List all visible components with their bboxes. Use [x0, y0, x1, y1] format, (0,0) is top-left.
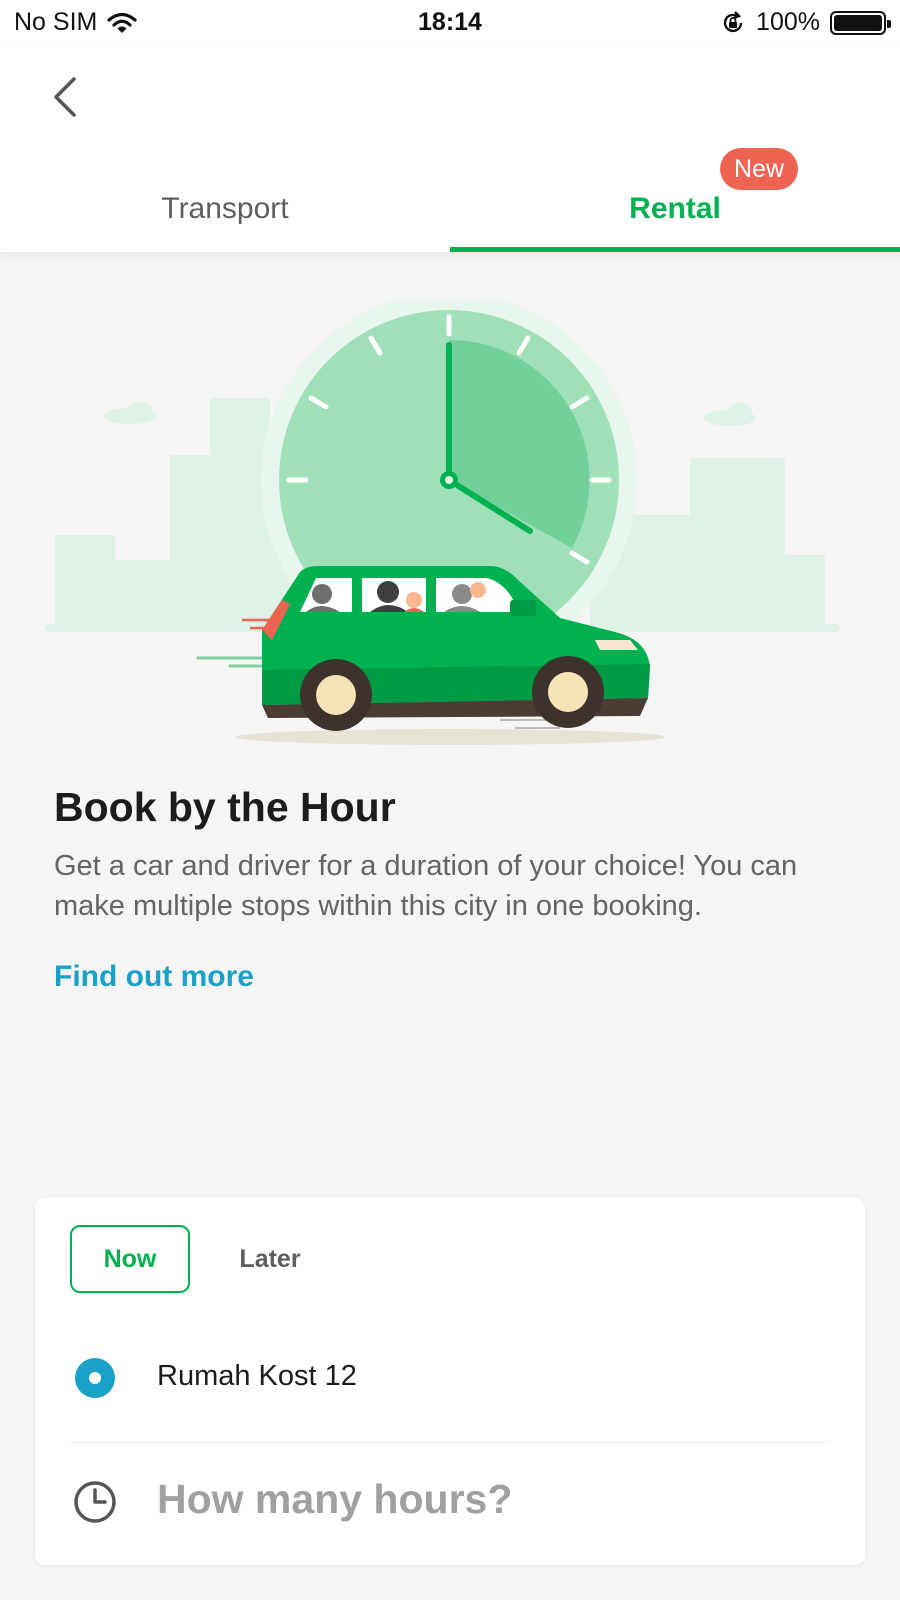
tab-rental[interactable]: Rental: [450, 166, 900, 252]
hours-input[interactable]: How many hours?: [35, 1443, 865, 1565]
clock-icon: [74, 1481, 116, 1523]
back-button[interactable]: [40, 72, 90, 122]
hours-placeholder: How many hours?: [157, 1476, 513, 1522]
header: Transport Rental New: [0, 46, 900, 252]
back-arrow-icon: [54, 77, 76, 117]
active-tab-indicator: [450, 247, 900, 252]
tab-transport[interactable]: Transport: [0, 166, 450, 252]
booking-card: Now Later Rumah Kost 12 How many hours?: [35, 1198, 865, 1565]
pickup-location-row[interactable]: Rumah Kost 12: [35, 1328, 865, 1428]
rental-car-illustration: [45, 300, 840, 745]
rotation-lock-icon: [723, 10, 743, 32]
now-button[interactable]: Now: [70, 1225, 190, 1293]
find-out-more-link[interactable]: Find out more: [54, 960, 254, 994]
pickup-location-text: Rumah Kost 12: [157, 1360, 357, 1392]
page-title: Book by the Hour: [54, 784, 396, 830]
description-text: Get a car and driver for a duration of y…: [54, 850, 798, 922]
battery-percent: 100%: [756, 8, 820, 36]
new-badge: New: [720, 148, 799, 190]
battery-icon: [830, 10, 891, 35]
later-button[interactable]: Later: [225, 1225, 315, 1293]
status-bar: No SIM 18:14 100%: [0, 0, 900, 46]
status-right: 100%: [720, 8, 891, 37]
location-dot-icon: [75, 1358, 115, 1398]
page: No SIM 18:14 100% Transport Rental New B…: [0, 0, 900, 1600]
